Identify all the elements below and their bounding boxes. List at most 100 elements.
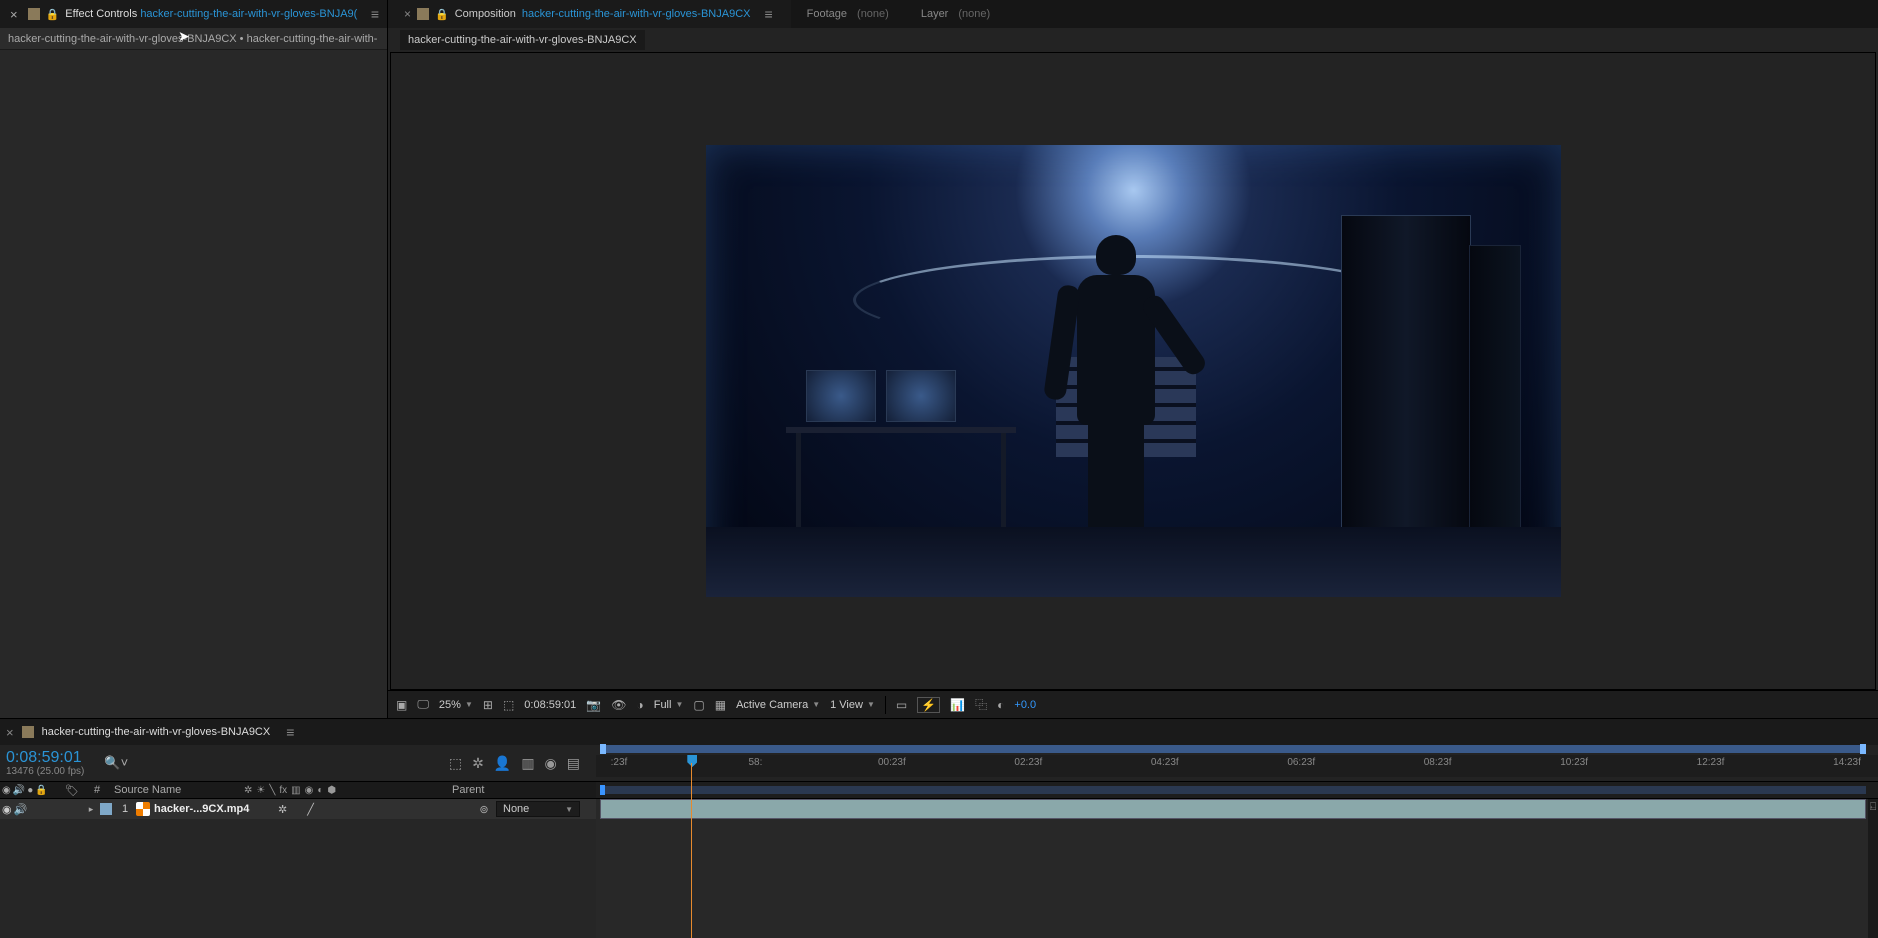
audio-icon[interactable]: 🔊 (13, 785, 25, 796)
collapse-switch-icon[interactable]: ☀ (256, 785, 265, 796)
tab-composition[interactable]: × 🔒 Composition hacker-cutting-the-air-w… (388, 0, 791, 28)
layer-row[interactable]: ◉ 🔊 ▸ 1 hacker-...9CX.mp4 ✲ ╱ ⊚ (0, 799, 596, 819)
work-area-bar[interactable] (596, 782, 1878, 798)
flowchart-icon[interactable]: ⿻ (975, 696, 987, 713)
comp-name-chip[interactable]: hacker-cutting-the-air-with-vr-gloves-BN… (400, 30, 645, 50)
close-icon[interactable]: × (404, 7, 411, 21)
search-icon[interactable]: 🔍˅ (104, 755, 128, 771)
twirl-icon[interactable]: ▸ (84, 804, 98, 815)
ruler-tick: 12:23f (1697, 757, 1725, 768)
lock-icon[interactable]: 🔒 (35, 785, 47, 796)
always-preview-icon[interactable]: ▣ (396, 698, 407, 712)
pixel-aspect-icon[interactable]: ▭ (896, 698, 907, 712)
panel-menu-icon[interactable]: ≡ (764, 6, 774, 22)
panel-color-swatch[interactable] (22, 726, 34, 738)
adjustment-switch-icon[interactable]: ◐ (317, 785, 323, 796)
shy-switch[interactable]: ✲ (278, 803, 287, 816)
resolution-value: Full (654, 699, 672, 711)
solo-icon[interactable]: ● (27, 785, 33, 796)
layer-name[interactable]: hacker-...9CX.mp4 (154, 803, 272, 815)
ruler-tick: 00:23f (878, 757, 906, 768)
layer-label-swatch[interactable] (100, 803, 112, 815)
quality-switch[interactable]: ╱ (307, 803, 314, 816)
draft3d-icon[interactable]: ✲ (472, 755, 484, 772)
fx-switch-icon[interactable]: fx (279, 785, 287, 796)
label-column-icon[interactable]: 🏷 (58, 784, 86, 797)
graph-editor-icon[interactable]: ▤ (567, 755, 580, 772)
resolution-dropdown[interactable]: Full▼ (654, 699, 684, 711)
timeline-comp-name[interactable]: hacker-cutting-the-air-with-vr-gloves-BN… (42, 726, 271, 738)
pickwhip-icon[interactable]: ⊚ (472, 803, 496, 816)
comp-mini-flowchart-icon[interactable]: ⬚ (449, 755, 462, 772)
shy-switch-icon[interactable]: ✲ (244, 785, 252, 796)
roi-icon[interactable]: ▢ (693, 698, 704, 712)
view-count-dropdown[interactable]: 1 View▼ (830, 699, 875, 711)
tab-label: Footage (807, 8, 847, 20)
time-ruler-area[interactable]: :23f58:00:23f02:23f04:23f06:23f08:23f10:… (596, 745, 1878, 781)
breadcrumb-comp[interactable]: hacker-cutting-the-air-with-vr-gloves-BN… (8, 33, 237, 45)
parent-column-header[interactable]: Parent (438, 784, 558, 796)
video-icon[interactable]: ◉ (2, 785, 11, 796)
frame-info: 13476 (25.00 fps) (6, 766, 84, 777)
lock-icon[interactable]: 🔒 (435, 8, 449, 21)
comp-breadcrumb: hacker-cutting-the-air-with-vr-gloves-BN… (388, 28, 1878, 52)
breadcrumb-separator: • (237, 33, 247, 45)
timeline-icon[interactable]: 📊 (950, 698, 965, 712)
layer-index: 1 (114, 803, 136, 815)
timeline-tracks[interactable]: ⍇ (596, 799, 1878, 938)
close-icon[interactable]: × (6, 725, 14, 740)
layer-duration-bar[interactable] (600, 799, 1866, 819)
effect-controls-header: × 🔒 Effect Controls hacker-cutting-the-a… (0, 0, 387, 28)
quality-switch-icon[interactable]: ╲ (269, 785, 275, 796)
effect-controls-asset-link[interactable]: hacker-cutting-the-air-with-vr-gloves-BN… (140, 8, 357, 20)
fast-previews-icon[interactable]: ⚡ (917, 697, 940, 713)
switches-column-header: ✲ ☀ ╲ fx ▥ ◉ ◐ ⬢ (238, 785, 438, 796)
index-column-header[interactable]: # (86, 784, 108, 796)
camera-dropdown[interactable]: Active Camera▼ (736, 699, 820, 711)
ruler-tick: 14:23f (1833, 757, 1861, 768)
transparency-grid-icon[interactable]: ▦ (715, 698, 726, 712)
video-toggle-icon[interactable]: ◉ (2, 803, 12, 816)
lock-icon[interactable]: 🔒 (46, 8, 60, 21)
panel-color-swatch[interactable] (417, 8, 429, 20)
close-icon[interactable]: × (6, 7, 22, 22)
grid-icon[interactable]: ⊞ (483, 698, 493, 712)
zoom-dropdown[interactable]: 25%▼ (439, 699, 473, 711)
breadcrumb-layer[interactable]: hacker-cutting-the-air-with- (247, 33, 378, 45)
reset-exposure-icon[interactable]: ◐ (997, 698, 1004, 712)
monitor-icon[interactable]: 🖵 (417, 697, 429, 712)
effect-controls-body (0, 50, 387, 718)
motion-blur-switch-icon[interactable]: ◉ (305, 785, 314, 796)
motion-blur-icon[interactable]: ◉ (545, 755, 557, 772)
viewer-body[interactable] (390, 52, 1876, 690)
panel-menu-icon[interactable]: ≡ (286, 724, 296, 740)
source-name-column-header[interactable]: Source Name (108, 784, 238, 796)
current-time-indicator[interactable] (691, 763, 692, 938)
channel-icon[interactable]: ◑ (636, 698, 643, 712)
frame-blend-icon[interactable]: ▥ (521, 755, 534, 772)
tab-footage[interactable]: Footage (none) (791, 0, 905, 28)
audio-toggle-icon[interactable]: 🔊 (14, 803, 28, 816)
mask-icon[interactable]: ⬚ (503, 698, 514, 712)
panel-menu-icon[interactable]: ≡ (371, 6, 381, 22)
ruler-tick: 58: (748, 757, 762, 768)
comp-marker-bin-icon[interactable]: ⍇ (1868, 799, 1878, 938)
tab-label: Composition (455, 8, 516, 20)
comp-asset-link[interactable]: hacker-cutting-the-air-with-vr-gloves-BN… (522, 8, 751, 20)
frame-blend-switch-icon[interactable]: ▥ (291, 785, 300, 796)
time-ruler[interactable]: :23f58:00:23f02:23f04:23f06:23f08:23f10:… (596, 755, 1878, 777)
current-time[interactable]: 0:08:59:01 (524, 699, 576, 711)
3d-switch-icon[interactable]: ⬢ (327, 785, 336, 796)
shy-icon[interactable]: 👤 (494, 755, 511, 772)
exposure-value[interactable]: +0.0 (1014, 699, 1036, 711)
zoom-value: 25% (439, 699, 461, 711)
current-timecode[interactable]: 0:08:59:01 (6, 749, 84, 767)
effect-controls-breadcrumb: hacker-cutting-the-air-with-vr-gloves-BN… (0, 28, 387, 50)
panel-color-swatch[interactable] (28, 8, 40, 20)
snapshot-icon[interactable]: 📷 (586, 698, 601, 712)
show-snapshot-icon[interactable]: 👁 (611, 698, 626, 712)
timeline-rows: ◉ 🔊 ▸ 1 hacker-...9CX.mp4 ✲ ╱ ⊚ (0, 799, 1878, 938)
parent-dropdown[interactable]: None ▼ (496, 801, 580, 817)
none-label: (none) (958, 8, 990, 20)
tab-layer[interactable]: Layer (none) (905, 0, 1006, 28)
